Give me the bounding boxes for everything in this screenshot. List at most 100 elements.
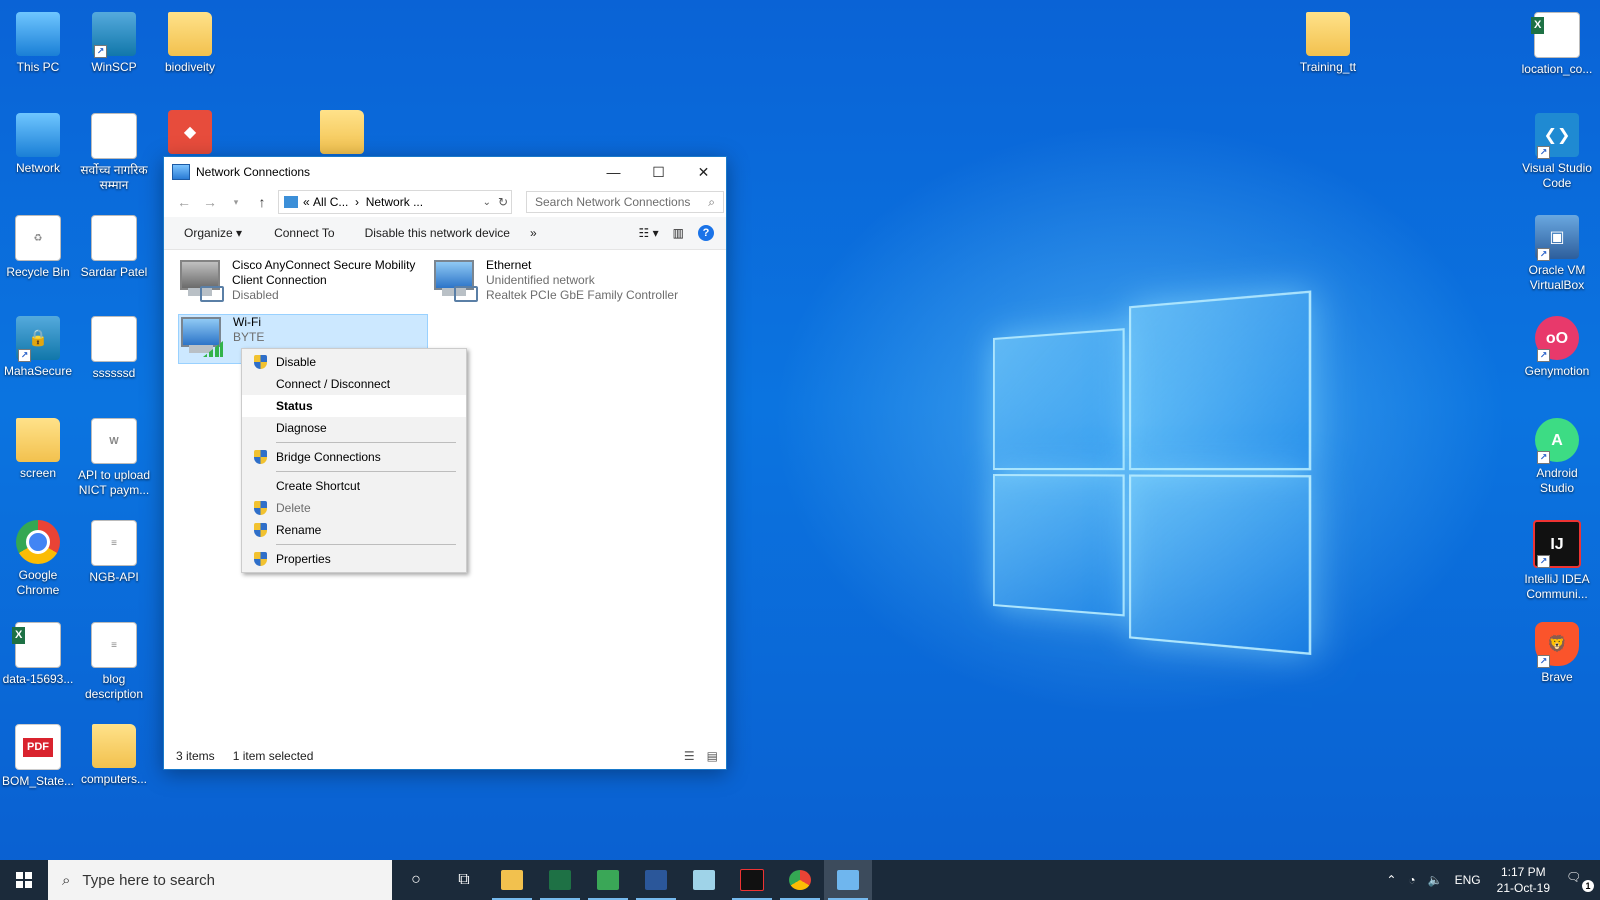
- winscp-icon: ↗: [92, 12, 136, 56]
- minimize-button[interactable]: —: [591, 157, 636, 187]
- desktop-icon-ssssssd[interactable]: ssssssd: [76, 316, 152, 381]
- address-bar[interactable]: « All C... › Network ... ⌄ ↻: [278, 190, 512, 214]
- word-document-icon: W: [91, 418, 137, 464]
- desktop-icon-api-upload[interactable]: W API to upload NICT paym...: [76, 418, 152, 498]
- taskbar-excel[interactable]: [536, 860, 584, 900]
- desktop-icon-folder-partial[interactable]: [304, 110, 380, 158]
- menu-item-delete: Delete: [242, 497, 466, 519]
- recent-chevron-down-icon[interactable]: ▾: [226, 197, 246, 208]
- connect-to-button[interactable]: Connect To: [264, 226, 345, 240]
- clock[interactable]: 1:17 PM 21-Oct-19: [1487, 864, 1560, 896]
- desktop-icon-computers[interactable]: computers...: [76, 724, 152, 787]
- taskbar-network-connections[interactable]: [824, 860, 872, 900]
- computer-icon: [16, 12, 60, 56]
- back-arrow-icon[interactable]: ←: [174, 194, 194, 210]
- desktop-icon-sardar-patel[interactable]: Sardar Patel: [76, 215, 152, 280]
- refresh-icon[interactable]: ↻: [498, 195, 508, 209]
- menu-item-rename[interactable]: Rename: [242, 519, 466, 541]
- change-view-icon[interactable]: ☷ ▾: [639, 226, 659, 240]
- taskbar-intellij[interactable]: [728, 860, 776, 900]
- folder-icon: [168, 12, 212, 56]
- desktop-icon-blog-description[interactable]: ≡ blog description: [76, 622, 152, 702]
- chevron-down-icon[interactable]: ⌄: [483, 197, 491, 208]
- image-icon: [91, 316, 137, 362]
- search-input[interactable]: Search Network Connections ⌕: [526, 191, 724, 213]
- menu-item-diagnose[interactable]: Diagnose: [242, 417, 466, 439]
- maximize-button[interactable]: ☐: [636, 157, 681, 187]
- menu-item-disable[interactable]: Disable: [242, 351, 466, 373]
- system-tray: ⌃ ◔ 🔈 ENG 1:17 PM 21-Oct-19 🗨 1: [1380, 860, 1600, 900]
- desktop-icon-genymotion[interactable]: oO ↗ Genymotion: [1519, 316, 1595, 379]
- chevron-up-icon[interactable]: ⌃: [1380, 873, 1402, 887]
- action-center-button[interactable]: 🗨 1: [1560, 870, 1600, 890]
- connection-item-ethernet[interactable]: Ethernet Unidentified network Realtek PC…: [432, 258, 712, 303]
- desktop-icon-data[interactable]: data-15693...: [0, 622, 76, 687]
- title-bar[interactable]: Network Connections — ☐ ✕: [164, 157, 726, 187]
- start-button[interactable]: [0, 860, 48, 900]
- item-count: 3 items: [176, 749, 215, 763]
- desktop-icon-screen[interactable]: screen: [0, 418, 76, 481]
- desktop-icon-winscp[interactable]: ↗ WinSCP: [76, 12, 152, 75]
- network-icon[interactable]: ◔: [1402, 873, 1421, 887]
- menu-item-properties[interactable]: Properties: [242, 548, 466, 570]
- taskbar-app[interactable]: [680, 860, 728, 900]
- volume-icon[interactable]: 🔈: [1422, 873, 1449, 887]
- search-icon: ⌕: [62, 872, 70, 889]
- taskbar-chrome[interactable]: [776, 860, 824, 900]
- desktop-icon-google-chrome[interactable]: Google Chrome: [0, 520, 76, 598]
- text-file-icon: ≡: [91, 622, 137, 668]
- taskbar-search-input[interactable]: ⌕ Type here to search: [48, 860, 392, 900]
- more-commands-button[interactable]: »: [520, 226, 547, 240]
- desktop-icon-biodiveity[interactable]: biodiveity: [152, 12, 228, 75]
- disable-device-button[interactable]: Disable this network device: [355, 226, 520, 240]
- desktop-icon-anydesk[interactable]: ◆: [152, 110, 228, 158]
- close-button[interactable]: ✕: [681, 157, 726, 187]
- tiles-view-icon[interactable]: ▤: [707, 749, 718, 763]
- desktop-icon-training-tt[interactable]: Training_tt: [1290, 12, 1366, 75]
- help-icon[interactable]: ?: [698, 225, 714, 241]
- organize-button[interactable]: Organize ▾: [174, 226, 252, 240]
- windows-logo-icon: [16, 872, 32, 888]
- network-connections-icon: [172, 164, 190, 180]
- uac-shield-icon: [254, 355, 267, 369]
- menu-separator: [276, 442, 456, 443]
- menu-item-create-shortcut[interactable]: Create Shortcut: [242, 475, 466, 497]
- preview-pane-icon[interactable]: ▥: [673, 226, 684, 240]
- breadcrumb-all-control-panel[interactable]: All C...: [313, 195, 348, 209]
- android-studio-icon: A ↗: [1535, 418, 1579, 462]
- desktop-icon-ngb-api[interactable]: ≡ NGB-API: [76, 520, 152, 585]
- excel-file-icon: [1534, 12, 1580, 58]
- up-arrow-icon[interactable]: ↑: [252, 194, 272, 210]
- task-view-icon[interactable]: ⧉: [440, 860, 488, 900]
- cortana-icon[interactable]: ○: [392, 860, 440, 900]
- desktop-icon-mahasecure[interactable]: 🔒 ↗ MahaSecure: [0, 316, 76, 379]
- menu-item-bridge-connections[interactable]: Bridge Connections: [242, 446, 466, 468]
- forward-arrow-icon[interactable]: →: [200, 194, 220, 210]
- desktop-icon-recycle-bin[interactable]: ♻ Recycle Bin: [0, 215, 76, 280]
- taskbar-word[interactable]: [632, 860, 680, 900]
- desktop-icon-virtualbox[interactable]: ▣ ↗ Oracle VM VirtualBox: [1519, 215, 1595, 293]
- breadcrumb-network[interactable]: Network ...: [366, 195, 423, 209]
- details-view-icon[interactable]: ☰: [684, 749, 695, 763]
- image-icon: [91, 113, 137, 159]
- desktop-icon-location-co[interactable]: location_co...: [1519, 12, 1595, 77]
- menu-item-connect-disconnect[interactable]: Connect / Disconnect: [242, 373, 466, 395]
- taskbar-file-explorer[interactable]: [488, 860, 536, 900]
- windows-wallpaper-logo: [993, 290, 1311, 645]
- desktop-icon-brave[interactable]: 🦁 ↗ Brave: [1519, 622, 1595, 685]
- desktop-icon-samman[interactable]: सर्वोच्च नागरिक सम्मान: [76, 113, 152, 193]
- desktop-icon-bom-state[interactable]: PDF BOM_State...: [0, 724, 76, 789]
- language-indicator[interactable]: ENG: [1449, 873, 1487, 887]
- lock-icon: 🔒 ↗: [16, 316, 60, 360]
- desktop-icon-intellij[interactable]: IJ ↗ IntelliJ IDEA Communi...: [1519, 520, 1595, 602]
- context-menu: Disable Connect / Disconnect Status Diag…: [241, 348, 467, 573]
- desktop-icon-this-pc[interactable]: This PC: [0, 12, 76, 75]
- taskbar-spreadsheet[interactable]: [584, 860, 632, 900]
- chrome-icon: [789, 870, 811, 890]
- connection-item-cisco[interactable]: Cisco AnyConnect Secure Mobility Client …: [178, 258, 428, 303]
- menu-item-status[interactable]: Status: [242, 395, 466, 417]
- desktop-icon-network[interactable]: Network: [0, 113, 76, 176]
- desktop-icon-vscode[interactable]: ❮❯ ↗ Visual Studio Code: [1519, 113, 1595, 191]
- desktop-icon-android-studio[interactable]: A ↗ Android Studio: [1519, 418, 1595, 496]
- status-bar: 3 items 1 item selected ☰ ▤: [164, 743, 726, 769]
